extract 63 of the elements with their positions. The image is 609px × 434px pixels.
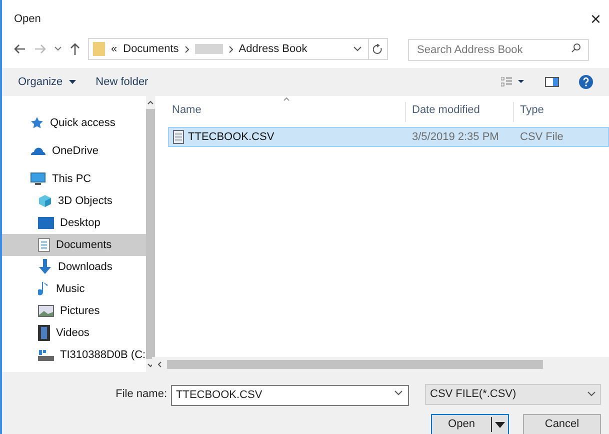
file-name: TTECBOOK.CSV bbox=[188, 130, 274, 145]
monitor-icon bbox=[30, 172, 46, 186]
dropdown-arrow-icon[interactable] bbox=[494, 420, 506, 428]
nav-item[interactable]: Documents bbox=[2, 234, 146, 256]
document-icon bbox=[38, 238, 50, 252]
chevron-down-icon[interactable] bbox=[54, 46, 62, 52]
breadcrumb-item[interactable]: Documents bbox=[123, 40, 179, 58]
view-options-icon[interactable] bbox=[501, 77, 525, 87]
nav-item[interactable]: 3D Objects bbox=[2, 190, 146, 212]
desktop-icon bbox=[38, 217, 54, 229]
chevron-right-icon bbox=[228, 46, 233, 52]
window-title: Open bbox=[14, 12, 41, 27]
address-bar[interactable]: « Documents Address Book bbox=[88, 38, 388, 60]
up-arrow-icon[interactable] bbox=[70, 43, 80, 55]
caret-icon bbox=[68, 80, 76, 84]
close-button[interactable]: × bbox=[586, 10, 605, 28]
nav-item[interactable]: Music bbox=[2, 278, 146, 300]
picture-icon bbox=[38, 305, 54, 317]
down-arrow-icon bbox=[38, 259, 52, 275]
back-arrow-icon[interactable] bbox=[14, 44, 26, 54]
file-icon bbox=[173, 130, 184, 144]
cancel-button[interactable]: Cancel bbox=[523, 414, 601, 434]
column-header[interactable]: Type bbox=[513, 102, 609, 122]
cube-icon bbox=[38, 194, 52, 208]
file-name-label: File name: bbox=[116, 386, 167, 402]
breadcrumb-overflow[interactable]: « bbox=[111, 40, 118, 58]
chevron-down-icon[interactable] bbox=[353, 46, 362, 52]
nav-item[interactable]: OneDrive bbox=[2, 140, 146, 162]
scroll-left-icon[interactable] bbox=[157, 361, 162, 368]
nav-item[interactable]: This PC bbox=[2, 168, 146, 190]
drive-icon bbox=[38, 349, 54, 361]
new-folder-button[interactable]: New folder bbox=[96, 74, 148, 90]
date-cell-text: 3/5/2019 2:35 PM bbox=[411, 130, 500, 145]
nav-item[interactable]: Desktop bbox=[2, 212, 146, 234]
folder-icon bbox=[93, 42, 105, 56]
chevron-down-icon[interactable] bbox=[394, 390, 403, 396]
file-row[interactable]: TTECBOOK.CSV 3/5/2019 2:35 PM CSV File bbox=[168, 127, 609, 147]
column-header[interactable]: Name bbox=[152, 102, 405, 122]
refresh-icon[interactable] bbox=[373, 44, 383, 54]
nav-item[interactable]: Videos bbox=[2, 322, 146, 344]
film-icon bbox=[38, 325, 50, 341]
nav-item[interactable]: Pictures bbox=[2, 300, 146, 322]
chevron-right-icon bbox=[184, 46, 189, 52]
file-name-field[interactable]: TTECBOOK.CSV bbox=[171, 384, 409, 406]
chevron-down-icon bbox=[587, 391, 596, 397]
preview-pane-icon[interactable] bbox=[545, 77, 559, 87]
blurred-segment bbox=[194, 44, 223, 54]
search-field[interactable]: Search Address Book bbox=[408, 39, 589, 61]
star-icon bbox=[30, 116, 44, 130]
file-type-dropdown[interactable]: CSV FILE(*.CSV) bbox=[425, 384, 601, 404]
type-cell-text: CSV File bbox=[519, 130, 564, 145]
nav-item[interactable]: Downloads bbox=[2, 256, 146, 278]
scroll-up-icon[interactable] bbox=[146, 100, 154, 105]
column-header[interactable]: Date modified bbox=[405, 102, 513, 122]
help-icon[interactable] bbox=[579, 75, 593, 89]
cloud-icon bbox=[30, 146, 46, 156]
nav-item[interactable]: TI310388D0B (C: bbox=[2, 344, 146, 366]
horizontal-scrollbar[interactable] bbox=[152, 357, 609, 372]
organize-button[interactable]: Organize bbox=[18, 74, 76, 90]
search-icon bbox=[571, 43, 581, 53]
breadcrumb-item[interactable]: Address Book bbox=[238, 40, 347, 58]
nav-item[interactable]: Quick access bbox=[2, 112, 146, 134]
music-note-icon bbox=[38, 281, 50, 297]
